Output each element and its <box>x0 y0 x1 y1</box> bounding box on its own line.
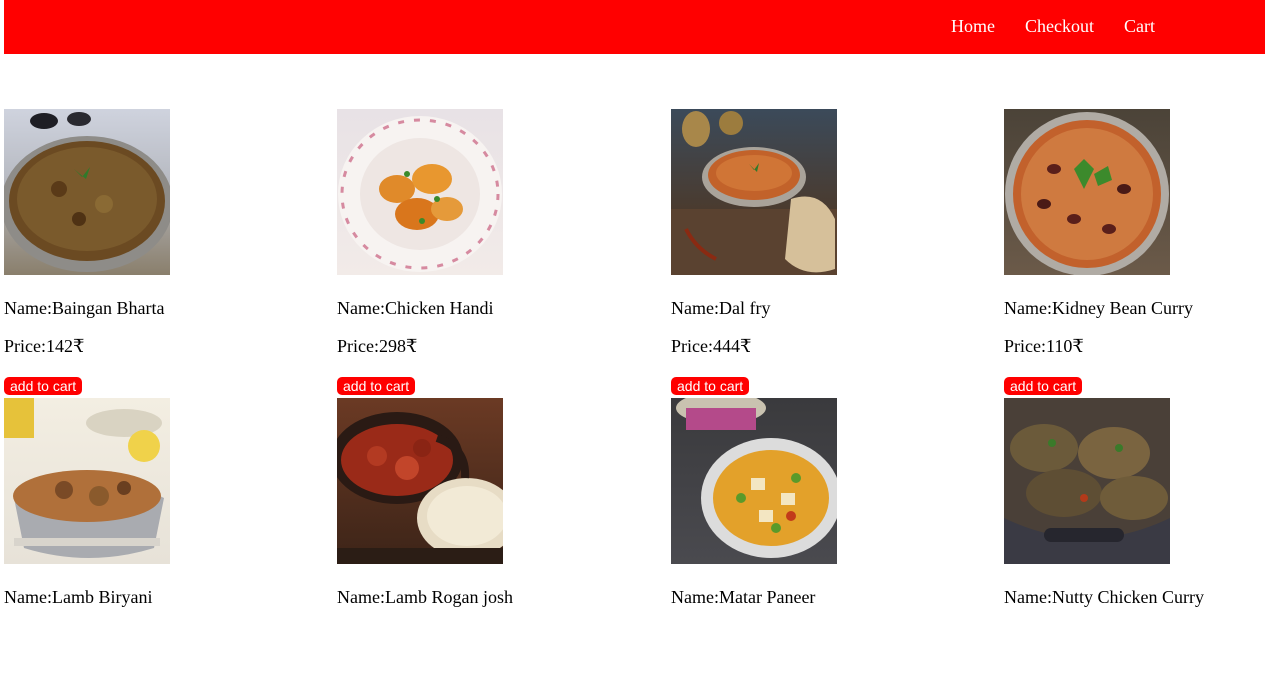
product-grid: Name:Baingan Bharta Price:142₹ add to ca… <box>4 109 1265 687</box>
matar-paneer-photo <box>676 398 837 558</box>
kidney-bean-curry-photo <box>1005 112 1169 275</box>
product-price: Price:110₹ <box>1004 336 1084 356</box>
add-to-cart-button[interactable]: add to cart <box>1004 377 1083 395</box>
nav-home-link[interactable]: Home <box>951 16 995 36</box>
product-image <box>337 109 503 275</box>
product-name: Name:Baingan Bharta <box>4 298 165 318</box>
nav-cart-link[interactable]: Cart <box>1124 16 1155 36</box>
product-name: Name:Matar Paneer <box>671 587 816 607</box>
lamb-rogan-josh-photo <box>337 412 503 564</box>
product-row: Name:Lamb Biryani Name:Lamb Rogan josh N… <box>4 398 1265 687</box>
product-image <box>1004 398 1170 564</box>
top-navbar: Home Checkout Cart <box>4 0 1265 54</box>
product-name: Name:Lamb Rogan josh <box>337 587 513 607</box>
product-name: Name:Dal fry <box>671 298 771 318</box>
add-to-cart-button[interactable]: add to cart <box>337 377 416 395</box>
product-image <box>1004 109 1170 275</box>
product-card: Name:Kidney Bean Curry Price:110₹ add to… <box>1004 109 1265 395</box>
product-price: Price:142₹ <box>4 336 85 356</box>
product-card: Name:Chicken Handi Price:298₹ add to car… <box>337 109 637 395</box>
nav-checkout-link[interactable]: Checkout <box>1025 16 1094 36</box>
product-name: Name:Nutty Chicken Curry <box>1004 587 1204 607</box>
product-card: Name:Dal fry Price:444₹ add to cart <box>671 109 971 395</box>
product-image <box>4 109 170 275</box>
add-to-cart-button[interactable]: add to cart <box>4 377 83 395</box>
product-price: Price:444₹ <box>671 336 752 356</box>
lamb-biryani-photo <box>4 398 164 558</box>
baingan-bharta-photo <box>4 112 170 272</box>
product-image <box>671 109 837 275</box>
product-name: Name:Kidney Bean Curry <box>1004 298 1193 318</box>
add-to-cart-button[interactable]: add to cart <box>671 377 750 395</box>
product-card: Name:Nutty Chicken Curry <box>1004 398 1265 607</box>
dal-fry-photo <box>671 111 837 275</box>
product-card: Name:Matar Paneer <box>671 398 971 607</box>
product-card: Name:Lamb Rogan josh <box>337 398 637 607</box>
chicken-handi-photo <box>338 116 502 272</box>
product-name: Name:Chicken Handi <box>337 298 494 318</box>
product-price: Price:298₹ <box>337 336 418 356</box>
product-image <box>671 398 837 564</box>
product-card: Name:Baingan Bharta Price:142₹ add to ca… <box>4 109 304 395</box>
nutty-chicken-curry-photo <box>1004 398 1170 564</box>
product-row: Name:Baingan Bharta Price:142₹ add to ca… <box>4 109 1265 398</box>
nav-links: Home Checkout Cart <box>951 16 1155 36</box>
product-image <box>337 398 503 564</box>
product-image <box>4 398 170 564</box>
product-name: Name:Lamb Biryani <box>4 587 153 607</box>
product-card: Name:Lamb Biryani <box>4 398 304 607</box>
